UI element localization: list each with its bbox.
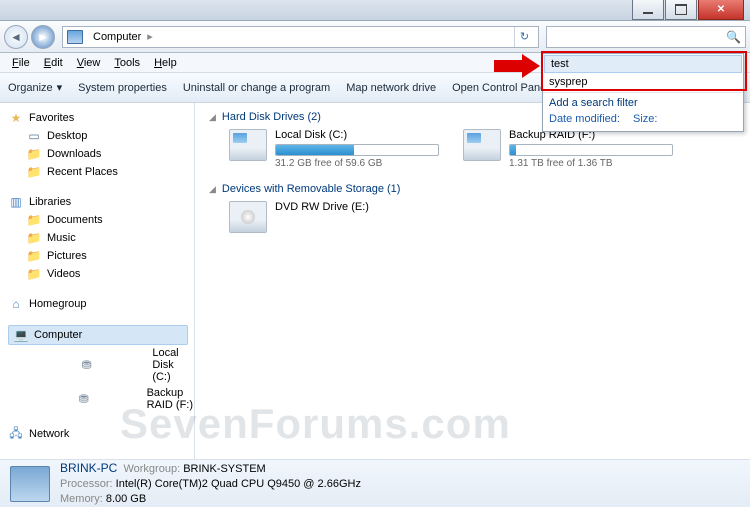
- menu-view[interactable]: View: [71, 55, 107, 71]
- collapse-icon: ◢: [209, 112, 216, 123]
- window-titlebar: [0, 0, 750, 21]
- filter-size[interactable]: Size:: [633, 113, 657, 125]
- libraries-icon: ▥: [8, 195, 24, 209]
- sidebar-computer-header[interactable]: 💻Computer: [8, 325, 188, 345]
- close-button[interactable]: [698, 0, 744, 20]
- maximize-button[interactable]: [665, 0, 697, 20]
- details-pane: BRINK-PC Workgroup: BRINK-SYSTEM Process…: [0, 459, 750, 507]
- sidebar-item-recent[interactable]: 📁Recent Places: [8, 163, 194, 181]
- chevron-right-icon[interactable]: ▸: [145, 30, 155, 43]
- hdd-icon: [229, 129, 267, 161]
- folder-icon: 📁: [26, 165, 42, 179]
- drive-icon: ⛃: [26, 358, 147, 372]
- hdd-icon: [463, 129, 501, 161]
- drive-local-disk-c[interactable]: Local Disk (C:) 31.2 GB free of 59.6 GB: [229, 129, 439, 169]
- collapse-icon: ◢: [209, 184, 216, 195]
- network-icon: 🖧: [8, 427, 24, 441]
- navigation-pane: ★Favorites ▭Desktop 📁Downloads 📁Recent P…: [0, 103, 195, 459]
- computer-large-icon: [10, 466, 50, 502]
- search-filter-label: Add a search filter: [543, 92, 743, 111]
- navigation-bar: ◄ ► Computer ▸ ↻ 🔍: [0, 21, 750, 53]
- filter-date-modified[interactable]: Date modified:: [549, 113, 620, 125]
- sidebar-item-desktop[interactable]: ▭Desktop: [8, 127, 194, 145]
- address-bar[interactable]: Computer ▸ ↻: [62, 26, 539, 48]
- search-suggestion[interactable]: test: [544, 55, 742, 73]
- menu-help[interactable]: Help: [148, 55, 183, 71]
- videos-icon: 📁: [26, 267, 42, 281]
- forward-button[interactable]: ►: [31, 25, 55, 49]
- dvd-icon: [229, 201, 267, 233]
- search-suggestion[interactable]: sysprep: [543, 74, 743, 90]
- drive-backup-raid-f[interactable]: Backup RAID (F:) 1.31 TB free of 1.36 TB: [463, 129, 673, 169]
- computer-icon: [67, 30, 83, 44]
- sidebar-item-downloads[interactable]: 📁Downloads: [8, 145, 194, 163]
- content-pane: ◢Hard Disk Drives (2) Local Disk (C:) 31…: [195, 103, 750, 459]
- desktop-icon: ▭: [26, 129, 42, 143]
- chevron-down-icon: ▾: [57, 81, 63, 94]
- sidebar-item-localdisk[interactable]: ⛃Local Disk (C:): [8, 345, 194, 385]
- star-icon: ★: [8, 111, 24, 125]
- sidebar-homegroup-header[interactable]: ⌂Homegroup: [8, 295, 194, 313]
- sidebar-item-documents[interactable]: 📁Documents: [8, 211, 194, 229]
- storage-bar: [509, 144, 673, 156]
- search-box[interactable]: 🔍: [546, 26, 746, 48]
- search-input[interactable]: [551, 31, 726, 43]
- uninstall-program-button[interactable]: Uninstall or change a program: [183, 82, 330, 94]
- drive-freespace: 1.31 TB free of 1.36 TB: [509, 158, 673, 169]
- sidebar-item-backupraid[interactable]: ⛃Backup RAID (F:): [8, 385, 194, 413]
- drive-freespace: 31.2 GB free of 59.6 GB: [275, 158, 439, 169]
- map-network-drive-button[interactable]: Map network drive: [346, 82, 436, 94]
- drive-dvd-rw-e[interactable]: DVD RW Drive (E:): [229, 201, 439, 233]
- folder-icon: 📁: [26, 147, 42, 161]
- organize-button[interactable]: Organize ▾: [8, 81, 62, 94]
- refresh-button[interactable]: ↻: [514, 27, 534, 47]
- system-properties-button[interactable]: System properties: [78, 82, 167, 94]
- menu-tools[interactable]: Tools: [108, 55, 146, 71]
- open-control-panel-button[interactable]: Open Control Panel: [452, 82, 549, 94]
- pictures-icon: 📁: [26, 249, 42, 263]
- sidebar-network-header[interactable]: 🖧Network: [8, 425, 194, 443]
- music-icon: 📁: [26, 231, 42, 245]
- sidebar-favorites-header[interactable]: ★Favorites: [8, 109, 194, 127]
- computer-icon: 💻: [13, 328, 29, 342]
- drive-name: DVD RW Drive (E:): [275, 201, 439, 213]
- breadcrumb[interactable]: Computer: [89, 31, 145, 43]
- back-button[interactable]: ◄: [4, 25, 28, 49]
- storage-bar: [275, 144, 439, 156]
- sidebar-item-music[interactable]: 📁Music: [8, 229, 194, 247]
- menu-edit[interactable]: Edit: [38, 55, 69, 71]
- sidebar-libraries-header[interactable]: ▥Libraries: [8, 193, 194, 211]
- sidebar-item-videos[interactable]: 📁Videos: [8, 265, 194, 283]
- computer-name: BRINK-PC: [60, 461, 117, 475]
- search-icon: 🔍: [726, 30, 741, 44]
- folder-icon: 📁: [26, 213, 42, 227]
- drive-name: Local Disk (C:): [275, 129, 439, 141]
- sidebar-item-pictures[interactable]: 📁Pictures: [8, 247, 194, 265]
- minimize-button[interactable]: [632, 0, 664, 20]
- menu-file[interactable]: File: [6, 55, 36, 71]
- search-suggestions-dropdown: test sysprep Add a search filter Date mo…: [542, 53, 744, 132]
- drive-icon: ⛃: [26, 392, 142, 406]
- removable-section-header[interactable]: ◢Devices with Removable Storage (1): [209, 183, 736, 195]
- homegroup-icon: ⌂: [8, 297, 24, 311]
